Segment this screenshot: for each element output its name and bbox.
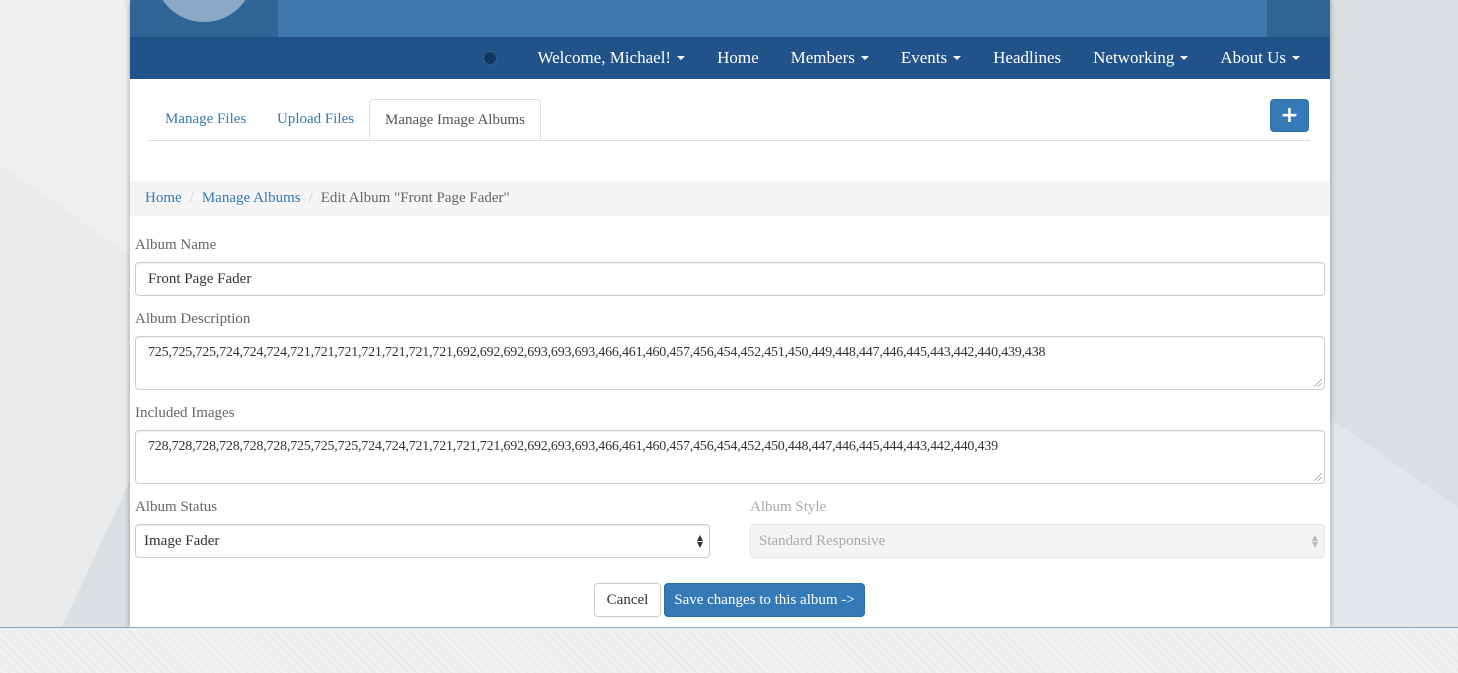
select-arrows-icon: ▲ ▼ [696,533,703,549]
nav-item-members[interactable]: Members [775,48,885,68]
page-footer [0,627,1458,673]
breadcrumb-separator: / [189,190,194,206]
select-arrows-icon: ▲ ▼ [1311,533,1318,549]
banner-decoration [1267,0,1330,37]
add-album-button[interactable]: + [1270,99,1309,132]
caret-down-icon [860,56,869,60]
logo-emblem [154,0,254,22]
nav-home-label: Home [717,48,759,67]
nav-members-label: Members [790,48,855,67]
file-tabs: Manage Files Upload Files Manage Image A… [149,99,1310,141]
album-status-label: Album Status [135,499,218,515]
plus-icon: + [1280,103,1299,128]
nav-item-events[interactable]: Events [885,48,977,68]
spinner-icon [483,51,498,65]
main-navbar: Welcome, Michael! Home Members Events He… [130,37,1330,79]
included-images-textarea[interactable]: 728,728,728,728,728,728,725,725,725,724,… [135,430,1325,484]
nav-about-label: About Us [1220,48,1286,67]
nav-item-headlines[interactable]: Headlines [977,48,1077,68]
breadcrumb: Home / Manage Albums / Edit Album "Front Pag… [130,181,1330,216]
nav-list: Welcome, Michael! Home Members Events He… [483,37,1316,79]
caret-down-icon [1180,56,1189,60]
resize-handle-icon[interactable] [1314,473,1322,481]
breadcrumb-manage-albums[interactable]: Manage Albums [202,190,301,206]
nav-item-about-us[interactable]: About Us [1204,48,1316,68]
caret-down-icon [1292,56,1300,60]
album-description-label: Album Description [135,311,251,327]
album-style-select: Standard Responsive ▲ ▼ [750,524,1325,558]
cancel-button[interactable]: Cancel [594,583,661,617]
nav-welcome-label: Welcome, Michael! [537,48,672,67]
included-images-label: Included Images [135,405,235,421]
included-images-value: 728,728,728,728,728,728,725,725,725,724,… [148,439,998,454]
breadcrumb-home[interactable]: Home [145,190,182,206]
nav-item-networking[interactable]: Networking [1077,48,1204,68]
nav-item-welcome[interactable]: Welcome, Michael! [521,48,701,68]
nav-item-home[interactable]: Home [701,48,775,68]
album-name-label: Album Name [135,237,217,253]
nav-networking-label: Networking [1093,48,1175,67]
album-name-input[interactable]: Front Page Fader [135,262,1325,296]
breadcrumb-current: Edit Album "Front Page Fader" [320,190,510,206]
resize-handle-icon[interactable] [1314,379,1322,387]
nav-spinner [483,51,521,65]
album-status-select[interactable]: Image Fader ▲ ▼ [135,524,710,558]
save-album-button[interactable]: Save changes to this album -> [664,583,865,617]
caret-down-icon [677,56,686,60]
album-status-value: Image Fader [144,532,220,549]
breadcrumb-separator: / [308,190,313,206]
album-description-textarea[interactable]: 725,725,725,724,724,724,721,721,721,721,… [135,336,1325,390]
tab-manage-image-albums[interactable]: Manage Image Albums [369,99,541,140]
logo[interactable] [130,0,278,37]
album-description-value: 725,725,725,724,724,724,721,721,721,721,… [148,345,1046,360]
caret-down-icon [953,56,962,60]
page-container: Welcome, Michael! Home Members Events He… [130,0,1330,627]
album-style-value: Standard Responsive [759,532,886,549]
tab-manage-files[interactable]: Manage Files [150,99,261,140]
nav-events-label: Events [900,48,948,67]
album-style-label: Album Style [750,499,827,515]
header-banner [130,0,1330,37]
nav-headlines-label: Headlines [993,48,1062,67]
tab-upload-files[interactable]: Upload Files [262,99,369,140]
